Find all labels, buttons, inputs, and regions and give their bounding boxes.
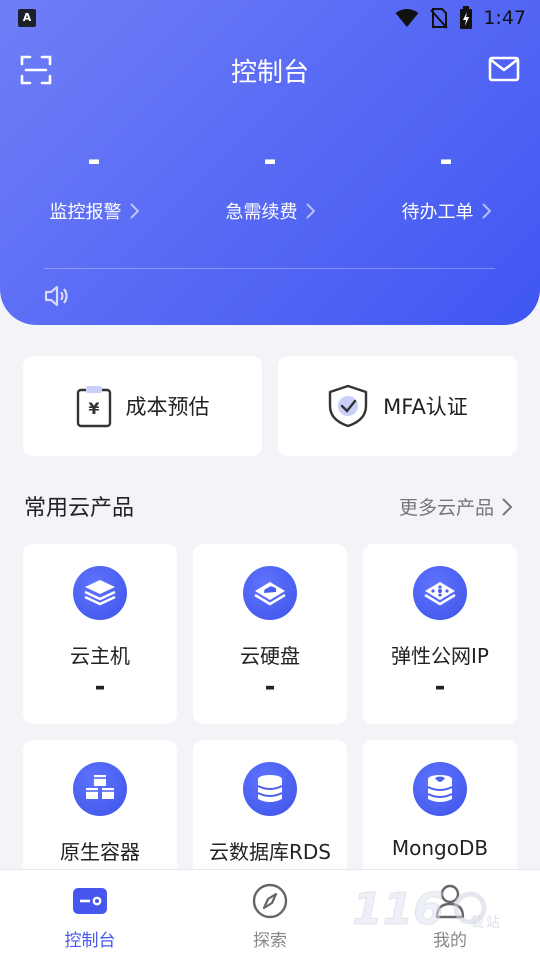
cloud-disk-icon bbox=[243, 566, 297, 620]
tab-label: 我的 bbox=[433, 931, 467, 951]
layers-icon bbox=[73, 566, 127, 620]
tab-console[interactable]: 控制台 bbox=[0, 882, 180, 951]
mfa-label: MFA认证 bbox=[383, 395, 468, 419]
tab-label: 控制台 bbox=[64, 931, 116, 951]
product-value: - bbox=[94, 672, 106, 702]
compass-icon bbox=[252, 883, 288, 919]
mfa-card[interactable]: MFA认证 bbox=[278, 356, 517, 456]
product-card-elastic-ip[interactable]: 弹性公网IP - bbox=[363, 544, 517, 724]
shield-check-icon bbox=[328, 384, 368, 428]
wifi-icon bbox=[395, 9, 419, 27]
product-card-cloud-host[interactable]: 云主机 - bbox=[23, 544, 177, 724]
network-ip-icon bbox=[413, 566, 467, 620]
stat-label: 急需续费 bbox=[225, 202, 298, 223]
chevron-right-icon bbox=[129, 203, 139, 219]
status-bar: A 1:47 bbox=[0, 0, 540, 36]
tab-mine[interactable]: 我的 bbox=[360, 882, 540, 951]
stat-label: 待办工单 bbox=[401, 202, 474, 223]
console-icon bbox=[73, 888, 107, 914]
stat-value: - bbox=[439, 141, 453, 179]
product-name: 云硬盘 bbox=[240, 644, 300, 668]
product-value: - bbox=[434, 672, 446, 702]
app-notification-icon: A bbox=[18, 9, 36, 27]
product-name: 云主机 bbox=[70, 644, 130, 668]
tab-label: 探索 bbox=[253, 931, 287, 951]
stat-monitoring-alarms[interactable]: - 监控报警 bbox=[4, 140, 184, 224]
svg-text:¥: ¥ bbox=[88, 399, 99, 418]
speaker-icon bbox=[44, 285, 68, 307]
mail-icon bbox=[488, 56, 520, 82]
tab-explore[interactable]: 探索 bbox=[180, 882, 360, 951]
chevron-right-icon bbox=[305, 203, 315, 219]
product-card-cloud-disk[interactable]: 云硬盘 - bbox=[193, 544, 347, 724]
battery-charging-icon bbox=[460, 6, 473, 29]
stats-panel: - 监控报警 - 急需续费 - 待办工单 bbox=[0, 140, 540, 240]
stat-value: - bbox=[87, 141, 101, 179]
product-name: 弹性公网IP bbox=[391, 644, 489, 668]
stat-urgent-renewal[interactable]: - 急需续费 bbox=[180, 140, 360, 224]
product-name: 原生容器 bbox=[60, 840, 140, 864]
header-divider bbox=[44, 268, 495, 269]
chevron-right-icon bbox=[481, 203, 491, 219]
stat-label: 监控报警 bbox=[49, 202, 122, 223]
announcement-button[interactable] bbox=[44, 284, 70, 312]
top-bar: 控制台 bbox=[0, 44, 540, 94]
status-time: 1:47 bbox=[483, 7, 526, 29]
product-name: 云数据库RDS bbox=[209, 840, 331, 864]
more-products-label: 更多云产品 bbox=[398, 497, 494, 519]
page-title: 控制台 bbox=[230, 58, 309, 88]
more-products-link[interactable]: 更多云产品 bbox=[399, 493, 512, 520]
product-value: - bbox=[264, 672, 276, 702]
messages-button[interactable] bbox=[488, 56, 520, 86]
products-section-title: 常用云产品 bbox=[24, 496, 135, 521]
containers-icon bbox=[73, 762, 127, 816]
cost-estimate-label: 成本预估 bbox=[125, 395, 210, 419]
stat-pending-tickets[interactable]: - 待办工单 bbox=[356, 140, 536, 224]
bottom-nav: 控制台 探索 我的 bbox=[0, 869, 540, 960]
product-name: MongoDB bbox=[391, 836, 489, 860]
cost-estimate-icon: ¥ bbox=[76, 386, 111, 428]
chevron-right-icon bbox=[502, 497, 512, 516]
mongodb-icon bbox=[413, 762, 467, 816]
database-icon bbox=[243, 762, 297, 816]
cost-estimate-card[interactable]: ¥ 成本预估 bbox=[23, 356, 262, 456]
user-icon bbox=[435, 884, 465, 919]
stat-value: - bbox=[263, 141, 277, 179]
no-sim-icon bbox=[430, 8, 449, 29]
